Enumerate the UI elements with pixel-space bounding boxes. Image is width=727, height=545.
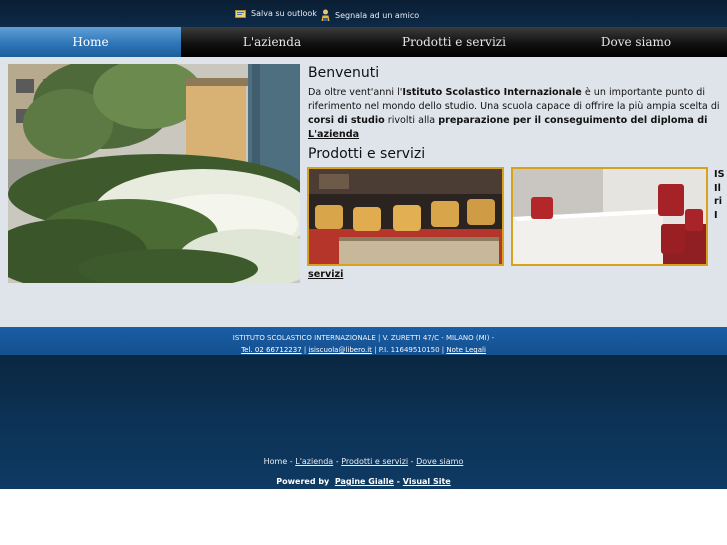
save-outlook-label: Salva su outlook: [251, 9, 317, 18]
nav-item-dove-siamo[interactable]: Dove siamo: [545, 27, 727, 57]
nav-item-azienda[interactable]: L'azienda: [181, 27, 363, 57]
main-nav: Home L'azienda Prodotti e servizi Dove s…: [0, 27, 727, 57]
meeting-room-photo-image: [513, 169, 706, 264]
top-bar: Salva su outlook Segnala ad un amico: [0, 0, 727, 27]
products-services-link[interactable]: servizi: [308, 269, 343, 280]
visual-site-link[interactable]: Visual Site: [403, 477, 451, 486]
welcome-text: Da oltre vent'anni l'Istituto Scolastico…: [308, 86, 720, 142]
page: Salva su outlook Segnala ad un amico Hom…: [0, 0, 727, 545]
bottom-nav: Home - L'azienda - Prodotti e servizi - …: [0, 457, 727, 466]
tell-friend-label: Segnala ad un amico: [335, 10, 420, 20]
footer-contacts: Tel. 02 66712237 | isiscuola@libero.it |…: [0, 346, 727, 354]
product-photo-meeting-room[interactable]: [511, 167, 708, 266]
powered-by-label: Powered by: [276, 477, 330, 486]
pagine-gialle-link[interactable]: Pagine Gialle: [335, 477, 394, 486]
footer-bottom: Home - L'azienda - Prodotti e servizi - …: [0, 355, 727, 489]
hero-photo-garden: [8, 64, 300, 283]
phone-link[interactable]: Tel. 02 66712237: [241, 346, 302, 354]
products-side-text-value: IS Il ri I: [714, 169, 725, 218]
bottom-nav-home[interactable]: Home: [264, 457, 288, 466]
powered-by-sep: -: [393, 477, 403, 486]
footer-info: ISTITUTO SCOLASTICO INTERNAZIONALE | V. …: [0, 327, 727, 355]
outlook-icon: [235, 9, 246, 18]
footer-address: ISTITUTO SCOLASTICO INTERNAZIONALE | V. …: [232, 334, 495, 342]
azienda-link[interactable]: L'azienda: [308, 129, 359, 140]
school-name: Istituto Scolastico Internazionale: [402, 87, 582, 98]
bottom-nav-prodotti[interactable]: Prodotti e servizi: [341, 457, 408, 466]
products-title: Prodotti e servizi: [308, 146, 426, 162]
courses-highlight: corsi di studio: [308, 115, 385, 126]
legal-notes-link[interactable]: Note Legali: [446, 346, 486, 354]
products-side-text: IS Il ri I: [714, 168, 727, 218]
content-area: Benvenuti Da oltre vent'anni l'Istituto …: [0, 57, 727, 327]
welcome-text-part: rivolti alla: [384, 115, 439, 126]
person-icon: [321, 9, 330, 21]
product-photo-classroom[interactable]: [307, 167, 504, 266]
classroom-photo-image: [309, 169, 502, 264]
powered-by: Powered by Pagine Gialle - Visual Site: [0, 477, 727, 486]
nav-item-prodotti[interactable]: Prodotti e servizi: [363, 27, 545, 57]
nav-item-home[interactable]: Home: [0, 27, 181, 57]
bottom-nav-sep: -: [333, 457, 342, 466]
save-outlook-link[interactable]: Salva su outlook: [235, 9, 317, 18]
bottom-nav-dove-siamo[interactable]: Dove siamo: [416, 457, 463, 466]
tell-friend-link[interactable]: Segnala ad un amico: [321, 9, 419, 21]
welcome-title: Benvenuti: [308, 65, 380, 81]
welcome-text-part: Da oltre vent'anni l': [308, 87, 403, 98]
bottom-nav-sep: -: [408, 457, 417, 466]
bottom-nav-azienda[interactable]: L'azienda: [295, 457, 333, 466]
vat-number: | P.I. 11649510150 |: [371, 346, 447, 354]
email-link[interactable]: isiscuola@libero.it: [308, 346, 371, 354]
diploma-highlight: preparazione per il conseguimento del di…: [438, 115, 708, 126]
